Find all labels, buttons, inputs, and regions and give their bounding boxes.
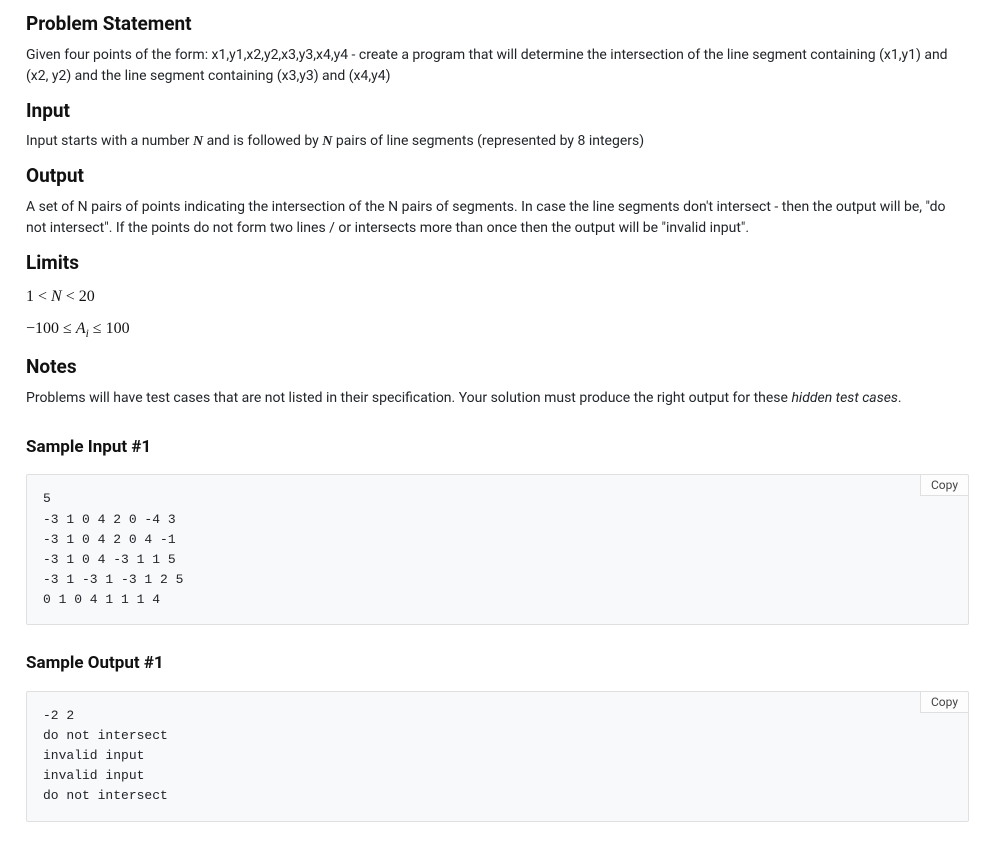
sample-input-1-block: Copy 5 -3 1 0 4 2 0 -4 3 -3 1 0 4 2 0 4 … — [26, 474, 969, 625]
notes-prefix: Problems will have test cases that are n… — [26, 390, 791, 406]
limit2-b: 100 — [106, 320, 130, 337]
output-text: A set of N pairs of points indicating th… — [26, 197, 969, 239]
notes-suffix: . — [898, 390, 902, 406]
heading-output: Output — [26, 162, 969, 191]
notes-italic: hidden test cases — [791, 390, 897, 406]
input-text: Input starts with a number N and is foll… — [26, 131, 969, 152]
limit-line-1: 1 < N < 20 — [26, 285, 969, 309]
limits-block: 1 < N < 20 −100 ≤ Ai ≤ 100 — [26, 285, 969, 343]
heading-limits: Limits — [26, 249, 969, 278]
notes-text: Problems will have test cases that are n… — [26, 388, 969, 409]
input-suffix: pairs of line segments (represented by 8… — [332, 133, 644, 149]
limit1-a: 1 — [26, 288, 34, 305]
limit1-op2: < — [66, 288, 75, 305]
limit2-sub: i — [86, 328, 89, 340]
sample-output-1-block: Copy -2 2 do not intersect invalid input… — [26, 691, 969, 822]
limit1-op1: < — [38, 288, 47, 305]
math-N-2: N — [322, 134, 332, 149]
heading-input: Input — [26, 97, 969, 126]
copy-button[interactable]: Copy — [920, 475, 968, 496]
limit2-op2: ≤ — [93, 320, 102, 337]
sample-input-1-code: 5 -3 1 0 4 2 0 -4 3 -3 1 0 4 2 0 4 -1 -3… — [43, 489, 952, 610]
heading-sample-output-1: Sample Output #1 — [26, 651, 969, 677]
heading-problem-statement: Problem Statement — [26, 10, 969, 39]
limit2-mid: A — [76, 320, 86, 337]
limit2-a: −100 — [26, 320, 59, 337]
problem-statement-text: Given four points of the form: x1,y1,x2,… — [26, 45, 969, 87]
heading-sample-input-1: Sample Input #1 — [26, 435, 969, 461]
limit2-op1: ≤ — [63, 320, 72, 337]
sample-output-1-code: -2 2 do not intersect invalid input inva… — [43, 706, 952, 807]
limit-line-2: −100 ≤ Ai ≤ 100 — [26, 317, 969, 343]
input-mid: and is followed by — [203, 133, 322, 149]
limit1-mid: N — [51, 288, 62, 305]
heading-notes: Notes — [26, 353, 969, 382]
math-N-1: N — [193, 134, 203, 149]
input-prefix: Input starts with a number — [26, 133, 193, 149]
copy-button[interactable]: Copy — [920, 692, 968, 713]
limit1-b: 20 — [79, 288, 95, 305]
